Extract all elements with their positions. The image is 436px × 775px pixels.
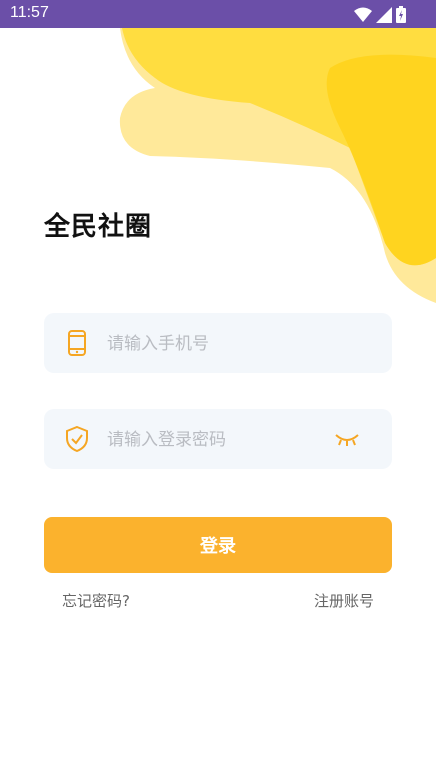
register-link[interactable]: 注册账号 — [314, 590, 374, 611]
phone-icon — [68, 330, 86, 356]
login-button[interactable]: 登录 — [44, 517, 392, 573]
phone-field[interactable] — [44, 313, 392, 375]
app-title: 全民社圈 — [44, 212, 153, 242]
decorative-blob — [119, 28, 436, 303]
phone-input[interactable] — [105, 313, 329, 375]
signal-icon — [376, 6, 392, 23]
forgot-password-link[interactable]: 忘记密码? — [62, 590, 130, 611]
battery-icon — [396, 6, 406, 23]
password-field[interactable] — [44, 409, 392, 471]
eye-closed-icon[interactable] — [334, 431, 360, 447]
status-bar: 11:57 — [0, 0, 436, 28]
wifi-icon — [354, 7, 372, 22]
status-icons — [354, 6, 406, 23]
shield-check-icon — [66, 426, 88, 452]
status-time: 11:57 — [10, 4, 49, 21]
password-input[interactable] — [105, 409, 329, 471]
